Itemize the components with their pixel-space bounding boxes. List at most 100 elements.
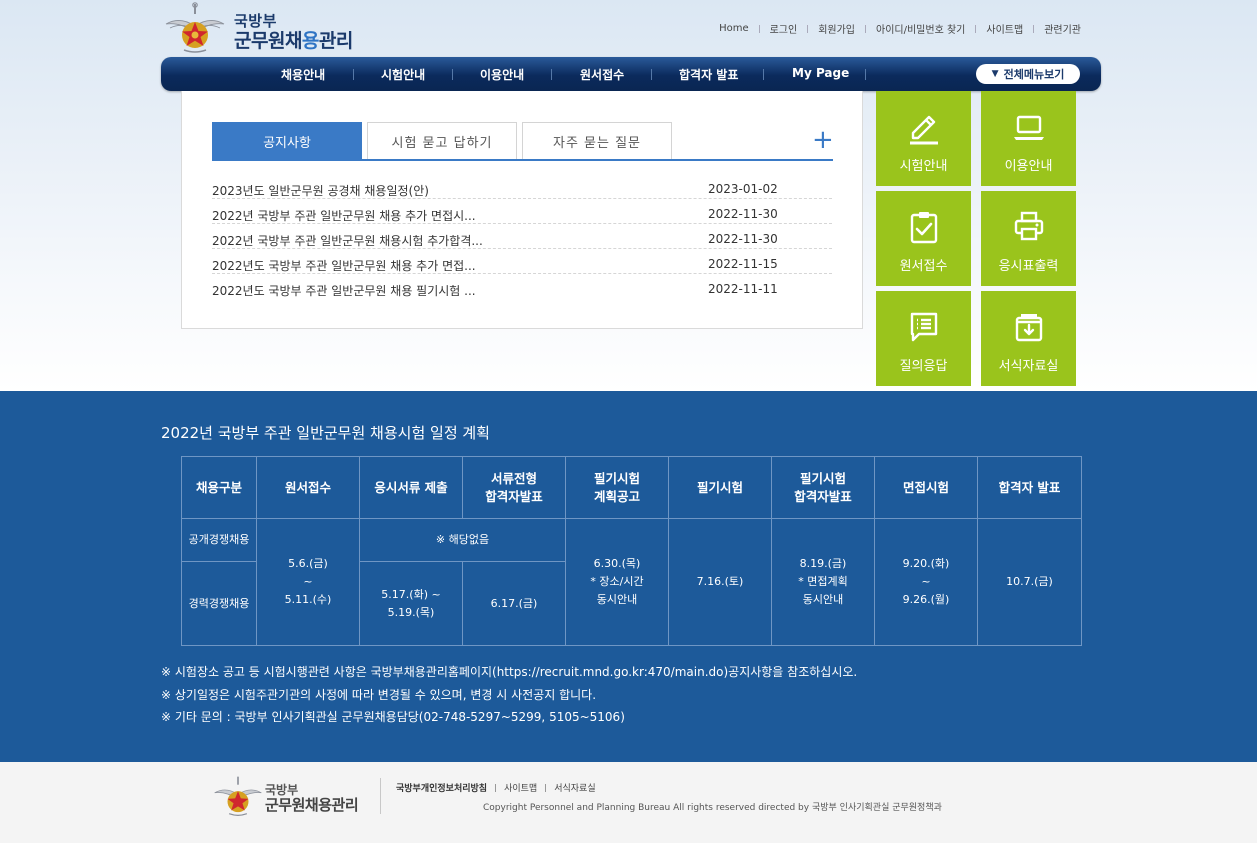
util-link-home[interactable]: Home [709,23,759,34]
nav-item-usage-guide[interactable]: 이용안내 [480,66,524,83]
table-header-cell: 응시서류 제출 [359,456,463,519]
footer-link-privacy[interactable]: 국방부개인정보처리방침 [396,781,487,794]
logo-title-part-a: 군무원채 [234,30,302,52]
footer-link-sitemap[interactable]: 사이트맵 [504,781,537,794]
table-cell-application: 5.6.(금) ~5.11.(수) [256,518,360,646]
schedule-table: 채용구분 원서접수 응시서류 제출 서류전형 합격자발표 필기시험 계획공고 필기시… [181,456,1082,646]
notice-list-item[interactable]: 2022년도 국방부 주관 일반군무원 채용 추가 면접... 2022-11-… [212,254,832,274]
table-row: 공개경쟁채용 5.6.(금) ~5.11.(수) ※ 해당없음 6.30.(목) *… [181,517,1082,646]
table-cell-final: 10.7.(금) [977,518,1082,646]
logo-title-part-b: 용 [301,30,319,52]
nav-separator [551,69,552,80]
table-cell-type: 경력경쟁채용 [181,561,257,646]
message-list-icon [910,312,938,342]
quick-tile-exam-guide[interactable]: 시험안내 [876,91,971,186]
download-box-icon [1015,314,1043,342]
note-line: ※ 기타 문의 : 국방부 인사기획관실 군무원채용담당(02-748-5297… [161,710,625,724]
site-logo[interactable]: 국방부 군무원채용관리 [164,2,364,54]
notice-list-item[interactable]: 2022년 국방부 주관 일반군무원 채용 추가 면접시... 2022-11-… [212,204,832,224]
note-line: ※ 시험장소 공고 등 시험시행관련 사항은 국방부채용관리홈페이지(https… [161,665,858,679]
logo-title-part-c: 관리 [318,30,353,52]
table-header-cell: 면접시험 [874,456,978,519]
nav-item-application[interactable]: 원서접수 [580,66,624,83]
table-cell-interview: 9.20.(화) ~9.26.(월) [874,518,978,646]
quick-tile-label: 질의응답 [899,359,948,374]
mnd-emblem-icon [165,2,225,53]
util-link-find-account[interactable]: 아이디/비밀번호 찾기 [866,21,975,36]
nav-item-mypage[interactable]: My Page [792,66,849,80]
util-link-signup[interactable]: 회원가입 [808,21,865,36]
quick-tile-print-ticket[interactable]: 응시표출력 [981,191,1076,286]
quick-tile-label: 원서접수 [899,259,948,274]
tab-underline [212,159,833,161]
quick-tile-label: 이용안내 [1004,159,1053,174]
util-link-sitemap[interactable]: 사이트맵 [976,21,1033,36]
tab-exam-qna[interactable]: 시험 묻고 답하기 [367,122,517,160]
footer-link-forms[interactable]: 서식자료실 [554,781,595,794]
schedule-notes: ※ 시험장소 공고 등 시험시행관련 사항은 국방부채용관리홈페이지(https… [161,661,857,729]
footer: 국방부 군무원채용관리 국방부개인정보처리방침 사이트맵 서식자료실 Copyr… [0,762,1257,843]
util-link-related-orgs[interactable]: 관련기관 [1034,21,1091,36]
table-header-cell: 원서접수 [256,456,360,519]
table-cell-doc-result: 6.17.(금) [462,561,566,646]
quick-tile-label: 시험안내 [899,159,948,174]
table-header-cell: 필기시험 합격자발표 [771,456,875,519]
quick-tile-application[interactable]: 원서접수 [876,191,971,286]
clipboard-check-icon [910,212,938,244]
notice-panel: 공지사항 시험 묻고 답하기 자주 묻는 질문 + 2023년도 일반군무원 공… [181,91,863,329]
nav-item-recruit-guide[interactable]: 채용안내 [281,66,325,83]
nav-separator [353,69,354,80]
schedule-title: 2022년 국방부 주관 일반군무원 채용시험 일정 계획 [161,424,490,442]
printer-icon [1014,211,1044,241]
quick-tile-label: 응시표출력 [998,259,1059,274]
all-menu-label: 전체메뉴보기 [1003,68,1065,81]
nav-separator [651,69,652,80]
nav-item-results[interactable]: 합격자 발표 [679,66,738,83]
notice-list-item[interactable]: 2022년도 국방부 주관 일반군무원 채용 필기시험 ... 2022-11-… [212,279,832,299]
footer-divider [380,778,381,814]
quick-tile-qna[interactable]: 질의응답 [876,291,971,386]
notice-title[interactable]: 2022년도 국방부 주관 일반군무원 채용 필기시험 ... [212,282,476,299]
logo-title-text: 군무원채용관리 [234,26,353,53]
table-cell-docs: 5.17.(화) ~5.19.(목) [359,561,463,646]
utility-nav: Home 로그인 회원가입 아이디/비밀번호 찾기 사이트맵 관련기관 [709,21,1091,36]
notice-date: 2022-11-11 [708,282,778,296]
notice-title[interactable]: 2022년 국방부 주관 일반군무원 채용 추가 면접시... [212,207,476,224]
chevron-down-icon: ▼ [991,69,999,79]
notice-list-item[interactable]: 2023년도 일반군무원 공경채 채용일정(안) 2023-01-02 [212,179,832,199]
tab-faq[interactable]: 자주 묻는 질문 [522,122,672,160]
table-cell-type: 공개경쟁채용 [181,517,257,563]
nav-item-exam-guide[interactable]: 시험안내 [381,66,425,83]
footer-link-separator [545,783,547,792]
more-plus-icon[interactable]: + [812,127,834,153]
footer-logo-part-a: 군무원채 [265,796,319,814]
copyright-text: Copyright Personnel and Planning Bureau … [483,803,942,813]
footer-logo[interactable]: 국방부 군무원채용관리 [213,773,383,817]
notice-list-item[interactable]: 2022년 국방부 주관 일반군무원 채용시험 추가합격... 2022-11-… [212,229,832,249]
footer-logo-title: 군무원채용관리 [265,794,359,815]
notice-title[interactable]: 2022년 국방부 주관 일반군무원 채용시험 추가합격... [212,232,483,249]
table-header-cell: 채용구분 [181,456,257,519]
all-menu-button[interactable]: ▼ 전체메뉴보기 [976,64,1080,84]
quick-tile-label: 서식자료실 [998,359,1059,374]
notice-date: 2022-11-15 [708,257,778,271]
quick-tile-forms[interactable]: 서식자료실 [981,291,1076,386]
main-nav-bar: 채용안내 시험안내 이용안내 원서접수 합격자 발표 My Page ▼ 전체메… [161,57,1101,91]
tab-exam-qna-label: 시험 묻고 답하기 [391,136,493,151]
notice-date: 2022-11-30 [708,232,778,246]
quick-tile-usage-guide[interactable]: 이용안내 [981,91,1076,186]
nav-separator [763,69,764,80]
footer-logo-part-b: 용 [318,796,332,814]
tab-notice[interactable]: 공지사항 [212,122,362,160]
table-cell-written-result: 8.19.(금) * 면접계획 동시안내 [771,518,875,646]
notice-title[interactable]: 2022년도 국방부 주관 일반군무원 채용 추가 면접... [212,257,476,274]
mnd-emblem-icon [214,776,262,816]
table-header-cell: 필기시험 계획공고 [565,456,669,519]
notice-title[interactable]: 2023년도 일반군무원 공경채 채용일정(안) [212,182,429,199]
table-cell-written-plan: 6.30.(목) * 장소/시간 동시안내 [565,518,669,646]
nav-separator [865,69,866,80]
tab-notice-label: 공지사항 [263,135,311,151]
tab-faq-label: 자주 묻는 질문 [552,136,642,151]
util-link-login[interactable]: 로그인 [760,21,808,36]
table-cell-written-exam: 7.16.(토) [668,518,772,646]
